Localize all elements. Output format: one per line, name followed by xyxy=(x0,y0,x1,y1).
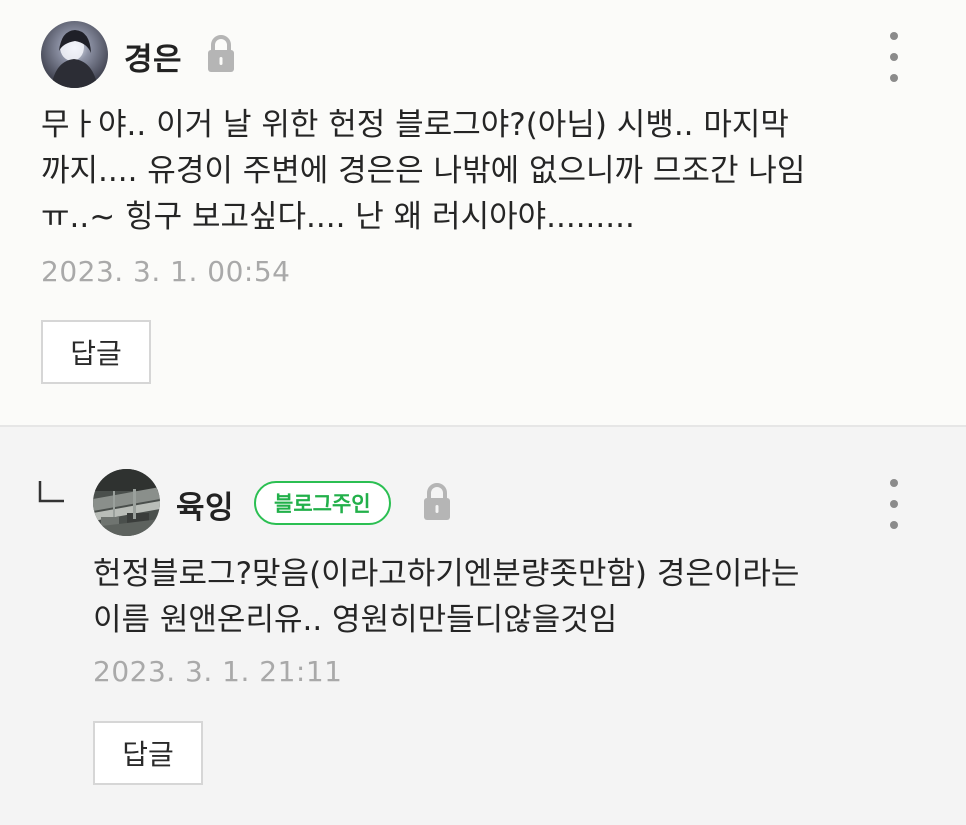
comment-date: 2023. 3. 1. 21:11 xyxy=(93,655,343,688)
comment-text: 무ㅏ야.. 이거 날 위한 헌정 블로그야?(아님) 시뱅.. 마지막 까지..… xyxy=(41,107,806,235)
more-options-icon[interactable] xyxy=(882,479,906,529)
comment-2-reply: 육잉 블로그주인 헌정블로그?맞음(이라고하기엔분량좃만함) 경은이라는 이름 … xyxy=(0,427,966,823)
avatar[interactable] xyxy=(41,21,108,88)
comment-date: 2023. 3. 1. 00:54 xyxy=(41,255,291,288)
lock-icon xyxy=(421,482,453,522)
comment-text: 헌정블로그?맞음(이라고하기엔분량좃만함) 경은이라는 이름 원앤온리유.. 영… xyxy=(93,556,800,638)
more-options-icon[interactable] xyxy=(882,32,906,82)
blog-owner-badge: 블로그주인 xyxy=(254,481,391,525)
reply-arrow-icon xyxy=(38,481,64,503)
comment-author[interactable]: 경은 xyxy=(124,34,182,79)
lock-icon xyxy=(205,34,237,74)
reply-button[interactable]: 답글 xyxy=(41,320,151,384)
avatar[interactable] xyxy=(93,469,160,536)
comment-1: 경은 무ㅏ야.. 이거 날 위한 헌정 블로그야?(아님) 시뱅.. 마지막 까… xyxy=(0,0,966,427)
reply-button[interactable]: 답글 xyxy=(93,721,203,785)
comment-author[interactable]: 육잉 xyxy=(176,482,234,527)
